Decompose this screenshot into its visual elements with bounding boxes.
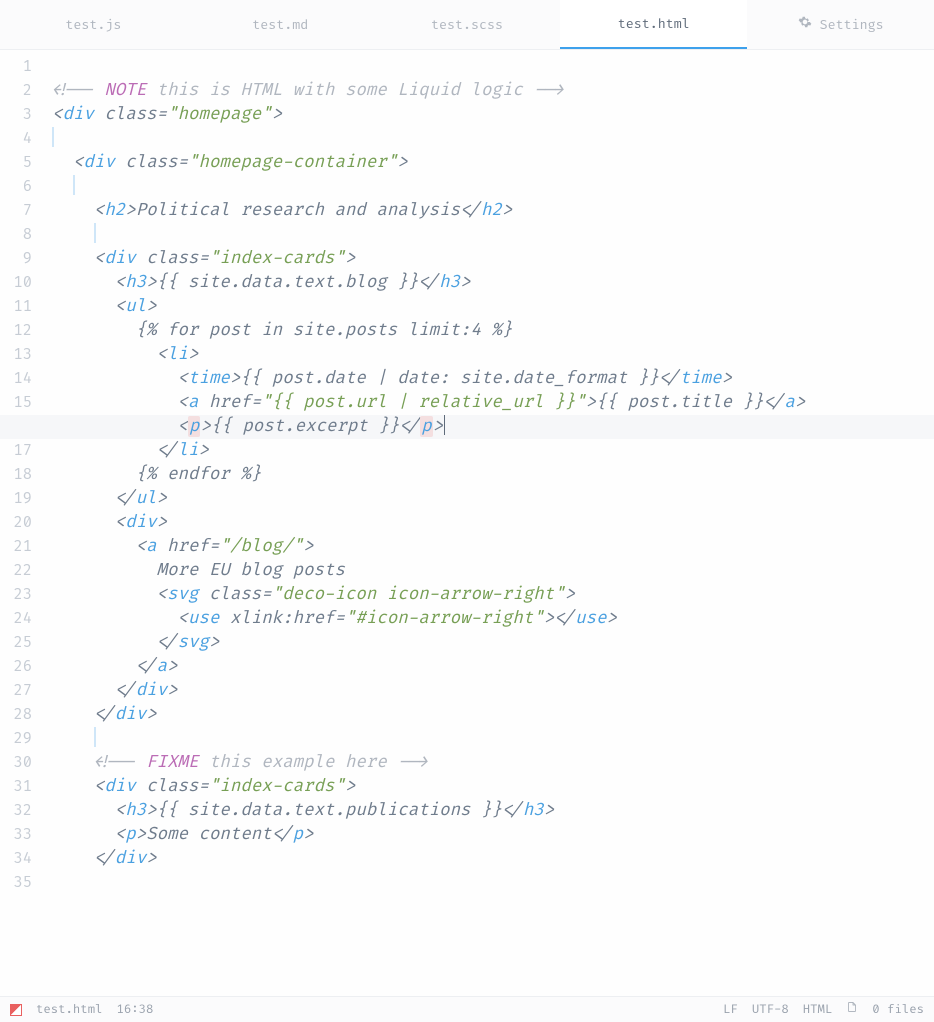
line-number: 30 bbox=[0, 751, 32, 775]
tab-label: test.md bbox=[252, 13, 308, 37]
line-number: 20 bbox=[0, 511, 32, 535]
line-number: 17 bbox=[0, 439, 32, 463]
code-line[interactable]: </div> bbox=[40, 679, 934, 703]
code-line[interactable]: </li> bbox=[40, 439, 934, 463]
code-line[interactable]: <div class="homepage-container"> bbox=[40, 151, 934, 175]
line-number-gutter: 1234567891011121314151617181920212223242… bbox=[0, 50, 40, 996]
file-icon bbox=[846, 998, 858, 1022]
line-number: 33 bbox=[0, 823, 32, 847]
code-line[interactable]: <div class="index-cards"> bbox=[40, 775, 934, 799]
tab-settings[interactable]: Settings bbox=[747, 0, 934, 49]
status-eol[interactable]: LF bbox=[723, 998, 738, 1022]
line-number: 15 bbox=[0, 391, 32, 415]
line-number: 6 bbox=[0, 175, 32, 199]
line-number: 7 bbox=[0, 199, 32, 223]
code-line[interactable]: <a href="{{ post.url | relative_url }}">… bbox=[40, 391, 934, 415]
code-line[interactable]: </div> bbox=[40, 703, 934, 727]
code-line[interactable]: <a href="/blog/"> bbox=[40, 535, 934, 559]
line-number: 21 bbox=[0, 535, 32, 559]
code-line[interactable]: <div class="homepage"> bbox=[40, 103, 934, 127]
code-line[interactable]: <svg class="deco-icon icon-arrow-right"> bbox=[40, 583, 934, 607]
code-line[interactable]: <use xlink:href="#icon-arrow-right"></us… bbox=[40, 607, 934, 631]
code-area[interactable]: <!-- NOTE this is HTML with some Liquid … bbox=[40, 50, 934, 996]
code-line[interactable]: <h3>{{ site.data.text.publications }}</h… bbox=[40, 799, 934, 823]
code-line[interactable]: <!-- FIXME this example here --> bbox=[40, 751, 934, 775]
code-line[interactable]: <time>{{ post.date | date: site.date_for… bbox=[40, 367, 934, 391]
line-number: 29 bbox=[0, 727, 32, 751]
line-number: 3 bbox=[0, 103, 32, 127]
line-number: 24 bbox=[0, 607, 32, 631]
status-language[interactable]: HTML bbox=[803, 998, 833, 1022]
status-bar: test.html 16:38 LF UTF-8 HTML 0 files bbox=[0, 996, 934, 1022]
status-file[interactable]: test.html bbox=[36, 998, 102, 1022]
line-number: 10 bbox=[0, 271, 32, 295]
code-line[interactable]: <h3>{{ site.data.text.blog }}</h3> bbox=[40, 271, 934, 295]
line-number: 19 bbox=[0, 487, 32, 511]
line-number: 31 bbox=[0, 775, 32, 799]
code-line[interactable]: <p>{{ post.excerpt }}</p> bbox=[40, 415, 934, 439]
line-number: 5 bbox=[0, 151, 32, 175]
line-number: 25 bbox=[0, 631, 32, 655]
code-line[interactable]: <p>Some content</p> bbox=[40, 823, 934, 847]
text-cursor bbox=[444, 415, 445, 435]
code-line[interactable]: </div> bbox=[40, 847, 934, 871]
code-line[interactable] bbox=[40, 871, 934, 895]
line-number: 1 bbox=[0, 55, 32, 79]
line-number: 32 bbox=[0, 799, 32, 823]
line-number: 11 bbox=[0, 295, 32, 319]
code-line[interactable]: {% for post in site.posts limit:4 %} bbox=[40, 319, 934, 343]
tab-test-md[interactable]: test.md bbox=[187, 0, 374, 49]
app-logo-icon bbox=[10, 1004, 22, 1016]
line-number: 23 bbox=[0, 583, 32, 607]
tab-test-js[interactable]: test.js bbox=[0, 0, 187, 49]
line-number: 12 bbox=[0, 319, 32, 343]
code-line[interactable] bbox=[40, 727, 934, 751]
code-line[interactable] bbox=[40, 127, 934, 151]
code-line[interactable]: <div class="index-cards"> bbox=[40, 247, 934, 271]
code-line[interactable]: </ul> bbox=[40, 487, 934, 511]
line-number: 26 bbox=[0, 655, 32, 679]
code-line[interactable]: <!-- NOTE this is HTML with some Liquid … bbox=[40, 79, 934, 103]
code-line[interactable] bbox=[40, 223, 934, 247]
line-number: 22 bbox=[0, 559, 32, 583]
line-number: 35 bbox=[0, 871, 32, 895]
line-number: 27 bbox=[0, 679, 32, 703]
line-number: 34 bbox=[0, 847, 32, 871]
line-number: 28 bbox=[0, 703, 32, 727]
line-number: 14 bbox=[0, 367, 32, 391]
tab-label: test.js bbox=[65, 13, 121, 37]
line-number: 18 bbox=[0, 463, 32, 487]
code-line[interactable]: <h2>Political research and analysis</h2> bbox=[40, 199, 934, 223]
status-encoding[interactable]: UTF-8 bbox=[752, 998, 789, 1022]
editor[interactable]: 1234567891011121314151617181920212223242… bbox=[0, 50, 934, 996]
code-line[interactable] bbox=[40, 175, 934, 199]
tab-test-html[interactable]: test.html bbox=[560, 0, 747, 49]
gear-icon bbox=[798, 13, 812, 37]
code-line[interactable]: <ul> bbox=[40, 295, 934, 319]
line-number: 9 bbox=[0, 247, 32, 271]
tab-label: test.scss bbox=[431, 13, 503, 37]
tab-label: test.html bbox=[618, 12, 690, 36]
line-number: 13 bbox=[0, 343, 32, 367]
tab-bar: test.js test.md test.scss test.html Sett… bbox=[0, 0, 934, 50]
status-time: 16:38 bbox=[116, 998, 153, 1022]
code-line[interactable] bbox=[40, 55, 934, 79]
code-line[interactable]: {% endfor %} bbox=[40, 463, 934, 487]
code-line[interactable]: <div> bbox=[40, 511, 934, 535]
line-number: 2 bbox=[0, 79, 32, 103]
status-open-files[interactable]: 0 files bbox=[872, 998, 924, 1022]
code-line[interactable]: <li> bbox=[40, 343, 934, 367]
tab-test-scss[interactable]: test.scss bbox=[374, 0, 561, 49]
code-line[interactable]: More EU blog posts bbox=[40, 559, 934, 583]
line-number: 8 bbox=[0, 223, 32, 247]
line-number: 4 bbox=[0, 127, 32, 151]
tab-label: Settings bbox=[820, 13, 884, 37]
code-line[interactable]: </svg> bbox=[40, 631, 934, 655]
code-line[interactable]: </a> bbox=[40, 655, 934, 679]
